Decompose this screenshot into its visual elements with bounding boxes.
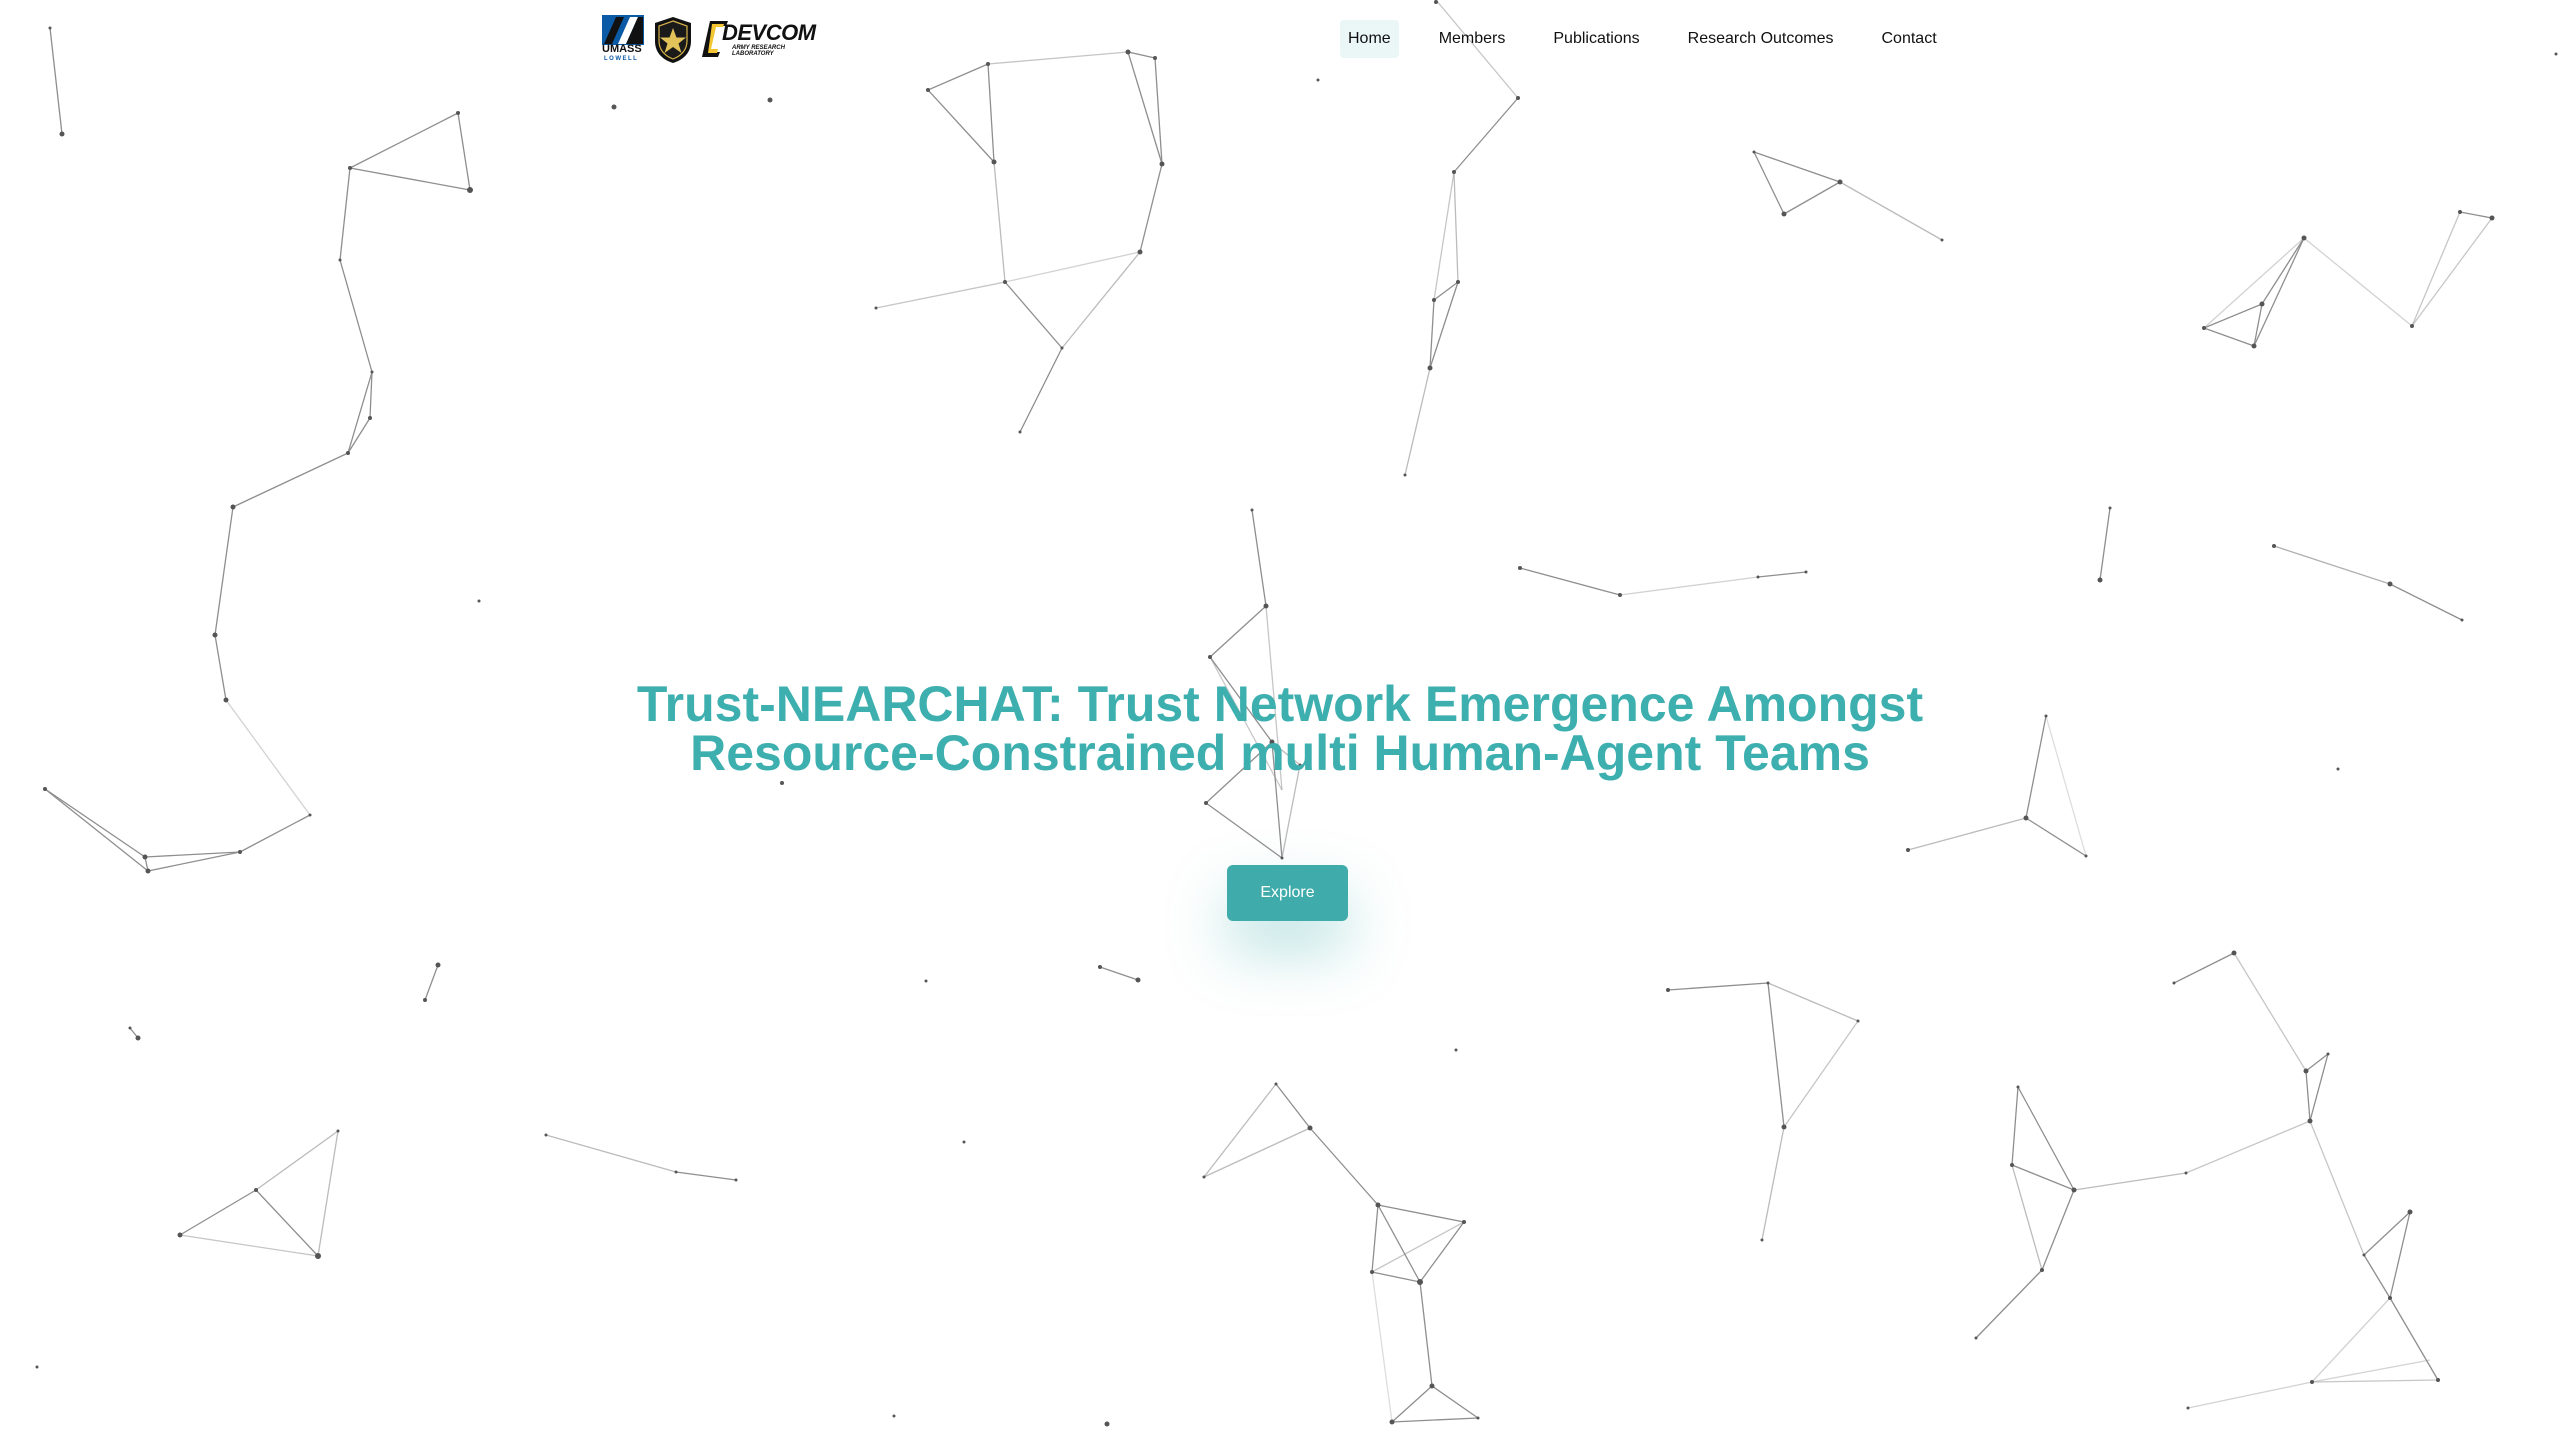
nav-item-publications[interactable]: Publications [1545,20,1647,58]
partner-logos[interactable]: UMASS LOWELL DEVCOM ARMY RESEARCH LABORA… [602,15,818,65]
main-nav: Home Members Publications Research Outco… [1340,20,1977,58]
devcom-logo-word: DEVCOM [722,20,816,45]
devcom-arl-logo[interactable]: DEVCOM ARMY RESEARCH LABORATORY [702,17,818,63]
umass-lowell-logo[interactable]: UMASS LOWELL [602,15,644,65]
nav-item-home[interactable]: Home [1340,20,1399,58]
arl-star-shield-icon[interactable] [652,15,694,65]
umass-mark-icon [602,15,644,45]
nav-item-members[interactable]: Members [1431,20,1514,58]
explore-button[interactable]: Explore [1227,865,1348,921]
devcom-logo-sub: ARMY RESEARCH LABORATORY [732,45,785,57]
umass-logo-word: UMASS [602,43,642,55]
umass-logo-sub: LOWELL [604,56,639,62]
hero-title: Trust-NEARCHAT: Trust Network Emergence … [636,676,1924,781]
site-header: UMASS LOWELL DEVCOM ARMY RESEARCH LABORA… [0,0,2560,80]
hero-section: Trust-NEARCHAT: Trust Network Emergence … [0,676,2560,781]
nav-item-research-outcomes[interactable]: Research Outcomes [1680,20,1842,58]
nav-item-contact[interactable]: Contact [1874,20,1945,58]
